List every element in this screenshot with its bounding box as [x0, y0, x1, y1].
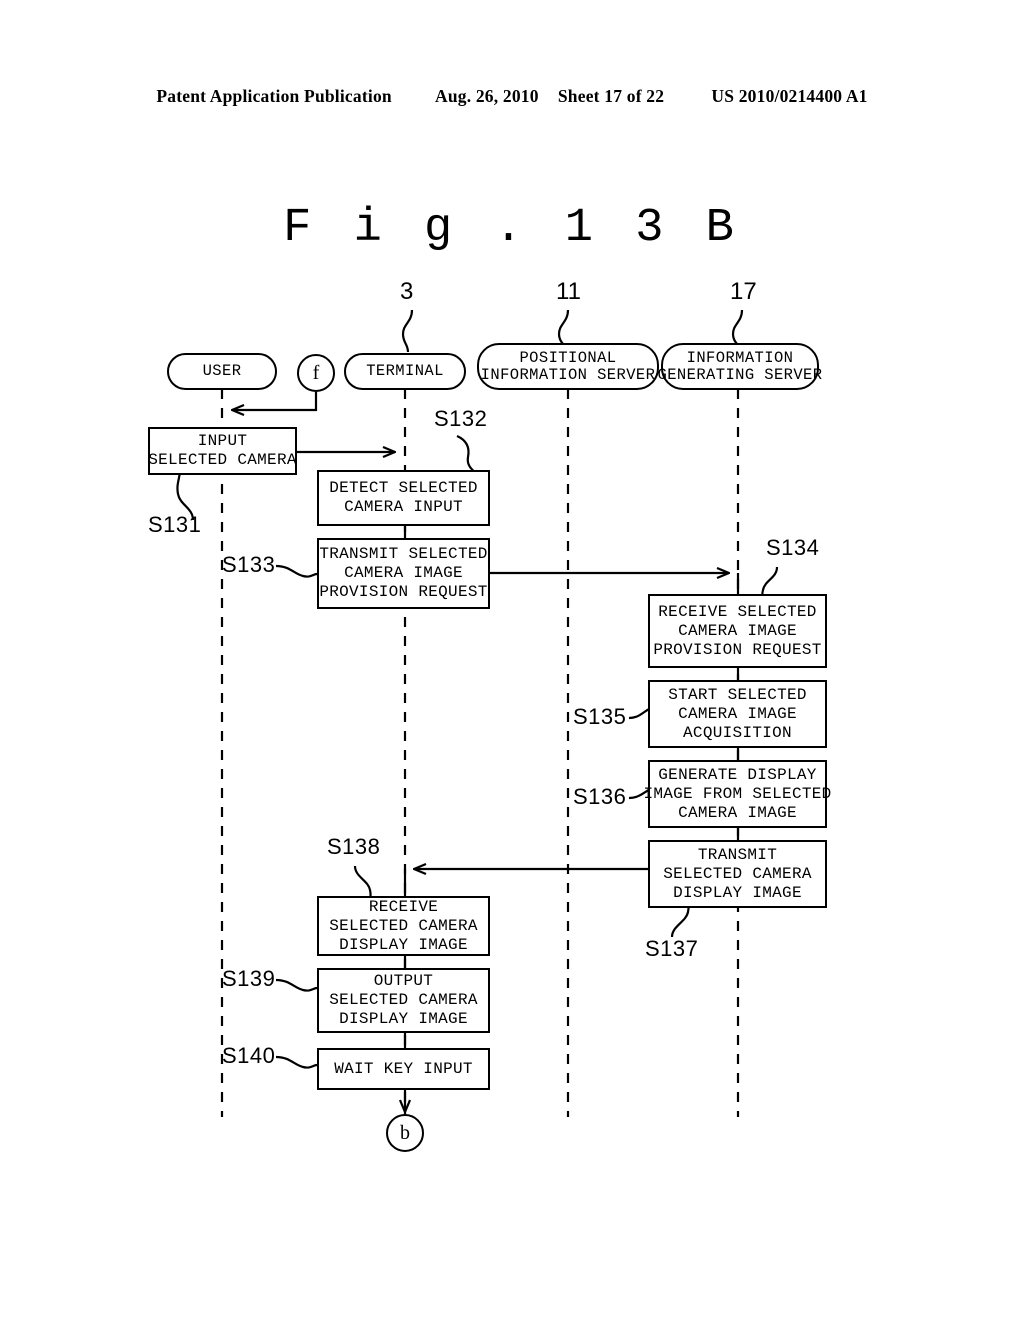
lifeline-label-terminal-line1: TERMINAL [366, 362, 444, 380]
process-s137-line3: DISPLAY IMAGE [673, 883, 802, 902]
process-s138-line1: RECEIVE [368, 897, 439, 916]
step-label-s138: S138 [327, 834, 381, 859]
connector-circle-f[interactable]: f [297, 354, 335, 392]
ref-numeral-positional: 11 [556, 278, 581, 305]
process-s135-line1: START SELECTED [668, 685, 807, 704]
ref-numeral-infogen: 17 [730, 278, 757, 305]
sequence-diagram: 3 11 17 USER f TERMINAL POSITIONAL INFOR… [0, 0, 1024, 1320]
process-s134-line3: PROVISION REQUEST [653, 640, 822, 659]
connector-circle-b[interactable]: b [386, 1114, 424, 1152]
step-label-s134: S134 [766, 535, 820, 560]
leader-s139 [275, 978, 318, 992]
step-label-s135: S135 [573, 704, 627, 729]
process-s137-line1: TRANSMIT [697, 845, 778, 864]
process-s136-line1: GENERATE DISPLAY [658, 765, 817, 784]
process-s134-line1: RECEIVE SELECTED [658, 602, 817, 621]
process-s138-line3: DISPLAY IMAGE [339, 935, 468, 954]
process-s135-line2: CAMERA IMAGE [678, 704, 797, 723]
process-s134-line2: CAMERA IMAGE [678, 621, 797, 640]
process-s133-line2: CAMERA IMAGE [344, 564, 463, 582]
process-box-s136[interactable]: GENERATE DISPLAY IMAGE FROM SELECTED CAM… [643, 760, 831, 828]
step-label-s136: S136 [573, 784, 627, 809]
process-box-s137[interactable]: TRANSMIT SELECTED CAMERA DISPLAY IMAGE [648, 840, 827, 908]
process-s139-line2: SELECTED CAMERA [329, 991, 478, 1009]
lifeline-header-terminal[interactable]: TERMINAL [344, 353, 466, 390]
flow-f-to-user [232, 392, 318, 410]
lifeline-label-positional-line2: INFORMATION SERVER [480, 365, 656, 384]
process-s133-line1: TRANSMIT SELECTED [319, 545, 488, 563]
process-s138-line2: SELECTED CAMERA [329, 916, 478, 935]
step-label-s132: S132 [434, 406, 488, 431]
leader-s133 [275, 564, 318, 578]
process-box-s138[interactable]: RECEIVE SELECTED CAMERA DISPLAY IMAGE [317, 896, 490, 956]
process-s136-line3: CAMERA IMAGE [678, 803, 797, 822]
step-label-s140: S140 [222, 1043, 276, 1068]
leader-ref-3 [401, 309, 414, 353]
process-box-s135[interactable]: START SELECTED CAMERA IMAGE ACQUISITION [648, 680, 827, 748]
connector-label-b: b [400, 1121, 410, 1144]
lifeline-header-positional[interactable]: POSITIONAL INFORMATION SERVER [477, 343, 659, 390]
connector-label-f: f [312, 361, 320, 384]
process-s133-line3: PROVISION REQUEST [319, 583, 488, 601]
process-s132-line2: CAMERA INPUT [344, 498, 463, 516]
ref-numeral-terminal: 3 [400, 278, 414, 305]
process-s135-line3: ACQUISITION [683, 723, 792, 742]
process-s137-line2: SELECTED CAMERA [663, 864, 812, 883]
lifeline-label-infogen-line1: INFORMATION [686, 348, 794, 367]
step-label-s133: S133 [222, 552, 276, 577]
process-box-s133[interactable]: TRANSMIT SELECTED CAMERA IMAGE PROVISION… [317, 538, 490, 609]
lifeline-label-user-line1: USER [202, 362, 242, 380]
process-s131-line1: INPUT [197, 432, 248, 450]
diagram-vectors [176, 309, 779, 1117]
lifeline-header-user[interactable]: USER [167, 353, 277, 390]
process-box-s132[interactable]: DETECT SELECTED CAMERA INPUT [317, 470, 490, 526]
process-box-s139[interactable]: OUTPUT SELECTED CAMERA DISPLAY IMAGE [317, 968, 490, 1033]
process-box-s140[interactable]: WAIT KEY INPUT [317, 1048, 490, 1090]
step-label-s137: S137 [645, 936, 699, 961]
process-box-s134[interactable]: RECEIVE SELECTED CAMERA IMAGE PROVISION … [648, 594, 827, 668]
step-label-s131: S131 [148, 512, 202, 537]
process-s139-line1: OUTPUT [373, 972, 434, 990]
lifeline-label-positional-line1: POSITIONAL [519, 348, 617, 367]
process-s131-line2: SELECTED CAMERA [148, 451, 297, 469]
lifeline-label-infogen-line2: GENERATING SERVER [657, 365, 823, 384]
process-box-s131[interactable]: INPUT SELECTED CAMERA [148, 427, 297, 475]
step-label-s139: S139 [222, 966, 276, 991]
process-s132-line1: DETECT SELECTED [329, 479, 478, 497]
leader-s140 [275, 1055, 318, 1069]
process-s139-line3: DISPLAY IMAGE [339, 1010, 468, 1028]
lifeline-header-infogen[interactable]: INFORMATION GENERATING SERVER [658, 343, 822, 390]
process-s140-line1: WAIT KEY INPUT [334, 1059, 473, 1078]
process-s136-line2: IMAGE FROM SELECTED [643, 784, 832, 803]
